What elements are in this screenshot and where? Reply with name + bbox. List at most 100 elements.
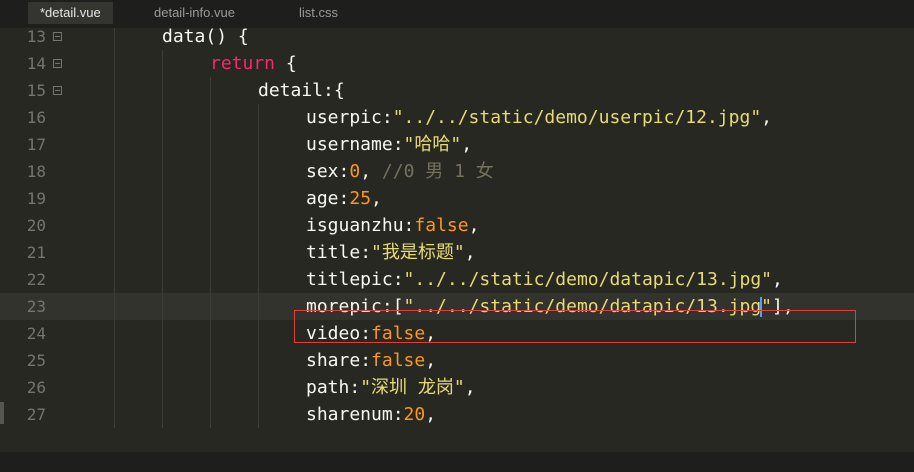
code-token: sharenum [306,404,393,425]
code-text: isguanzhu:false, [306,212,479,239]
code-token: false [414,215,469,236]
code-token: : [338,188,350,209]
code-token: () { [205,28,249,47]
code-text: username:"哈哈", [306,131,472,158]
code-line[interactable]: 21 title:"我是标题", [0,239,914,266]
fold-toggle-icon[interactable] [53,59,62,68]
code-line[interactable]: 22 titlepic:"../../static/demo/datapic/13… [0,266,914,293]
indent-guide [258,104,259,131]
code-line[interactable]: 18 sex:0, //0 男 1 女 [0,158,914,185]
indent-guide [210,104,211,131]
code-token: "../../static/demo/userpic/12.jpg" [392,107,762,128]
indent-guide [210,293,211,320]
code-token: 20 [403,404,426,425]
line-number: 27 [26,405,46,424]
code-text: sharenum:20, [306,401,436,428]
line-number: 23 [26,297,46,316]
indent-guide [210,77,211,104]
indent-guide [162,266,163,293]
indent-guide [162,401,163,428]
indent-guide [114,293,115,320]
code-line[interactable]: 13 data() { [0,28,914,50]
line-number: 13 [26,28,46,46]
indent-guide [162,212,163,239]
line-number: 21 [26,243,46,262]
indent-guide [258,185,259,212]
line-number: 19 [26,189,46,208]
code-line[interactable]: 19 age:25, [0,185,914,212]
code-editor[interactable]: 13 data() { 14 return {15 detail:{16 userpic:… [0,28,914,452]
indent-guide [210,131,211,158]
code-token: path [306,377,350,398]
code-token: , [464,377,476,398]
line-number: 17 [26,135,46,154]
tab-detail-vue[interactable]: *detail.vue [28,2,113,24]
code-token: //0 男 1 女 [381,161,494,182]
indent-guide [210,266,211,293]
indent-guide [258,266,259,293]
code-text: data() { [162,28,249,50]
code-token: , [461,134,473,155]
code-token: detail [258,80,324,101]
indent-guide [162,50,163,77]
code-token: , [468,215,480,236]
code-token: : [392,134,404,155]
code-token: { [275,53,297,74]
code-line[interactable]: 14 return { [0,50,914,77]
code-token: : [403,215,415,236]
code-line[interactable]: 16 userpic:"../../static/demo/userpic/12.… [0,104,914,131]
indent-guide [162,158,163,185]
line-number: 20 [26,216,46,235]
indent-guide [114,212,115,239]
code-token: , [761,107,773,128]
code-token: , [425,404,437,425]
code-token: , [464,242,476,263]
indent-guide [210,239,211,266]
tab-list-css[interactable]: list.css [299,2,338,24]
indent-guide [210,185,211,212]
code-line[interactable]: 26 path:"深圳 龙岗", [0,374,914,401]
indent-guide [258,320,259,347]
indent-guide [258,158,259,185]
code-token: title [306,242,361,263]
code-token: "我是标题" [371,242,465,263]
code-line[interactable]: 25 share:false, [0,347,914,374]
code-text: age:25, [306,185,382,212]
tab-bar: *detail.vue detail-info.vue list.css [0,0,914,28]
fold-toggle-icon[interactable] [53,86,62,95]
code-token: "深圳 龙岗" [360,377,465,398]
indent-guide [258,212,259,239]
code-line[interactable]: 15 detail:{ [0,77,914,104]
indent-guide [162,320,163,347]
indent-guide [258,374,259,401]
code-text: return { [210,50,297,77]
line-number: 14 [26,54,46,73]
indent-guide [114,374,115,401]
line-number: 26 [26,378,46,397]
indent-guide [114,320,115,347]
code-token: age [306,188,339,209]
code-text: detail:{ [258,77,345,104]
code-token: , [425,350,437,371]
code-token: return [210,53,276,74]
code-token: :{ [323,80,345,101]
code-line[interactable]: 20 isguanzhu:false, [0,212,914,239]
code-token: : [392,269,404,290]
indent-guide [162,104,163,131]
line-number: 24 [26,324,46,343]
tab-detail-info-vue[interactable]: detail-info.vue [154,2,235,24]
indent-guide [162,131,163,158]
fold-toggle-icon[interactable] [53,32,62,41]
indent-guide [210,320,211,347]
indent-guide [162,293,163,320]
status-bar [0,452,914,472]
code-token: : [360,242,372,263]
code-token: "哈哈" [403,134,462,155]
code-line[interactable]: 27 sharenum:20, [0,401,914,428]
code-text: userpic:"../../static/demo/userpic/12.jp… [306,104,772,131]
indent-guide [258,401,259,428]
code-token: data [162,28,206,47]
line-number: 22 [26,270,46,289]
highlight-annotation-box [294,310,856,343]
code-line[interactable]: 17 username:"哈哈", [0,131,914,158]
